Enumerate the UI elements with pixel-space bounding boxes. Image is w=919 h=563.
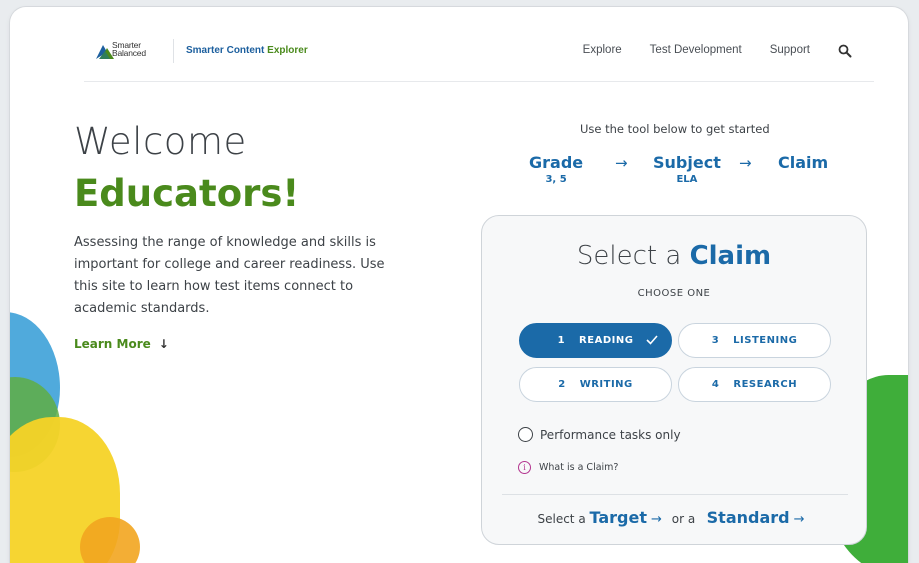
target-link[interactable]: Target: [590, 508, 648, 527]
app-title-part-2: Content: [226, 45, 265, 56]
claim-label: RESEARCH: [733, 379, 798, 390]
app-title-part-1: Smarter: [186, 45, 224, 56]
performance-tasks-label: Performance tasks only: [540, 427, 681, 442]
standard-link[interactable]: Standard: [707, 508, 790, 527]
claim-number: 1: [557, 335, 566, 346]
search-icon[interactable]: [838, 43, 852, 58]
info-icon: i: [518, 461, 531, 474]
step-grade-label: Grade: [529, 153, 584, 172]
card-title-emphasis: Claim: [689, 241, 772, 271]
educators-heading: Educators!: [74, 172, 300, 215]
checkmark-icon: [646, 335, 658, 345]
claim-option-reading[interactable]: 1 READING: [519, 323, 672, 358]
arrow-right-icon: →: [651, 512, 662, 527]
target-standard-row: Select a Target → or a Standard →: [482, 508, 866, 527]
nav-test-development[interactable]: Test Development: [650, 44, 742, 56]
or-a-text: or a: [671, 512, 696, 526]
performance-tasks-radio[interactable]: Performance tasks only: [518, 427, 681, 442]
arrow-right-icon: →: [615, 154, 628, 172]
arrow-right-icon: →: [793, 512, 805, 527]
main-nav: Explore Test Development Support: [555, 43, 874, 58]
claim-number: 2: [558, 379, 566, 390]
step-subject-value: ELA: [676, 174, 698, 185]
step-claim[interactable]: Claim: [778, 153, 828, 172]
app-title-part-3: Explorer: [267, 45, 308, 56]
arrow-down-icon: ↓: [158, 337, 169, 351]
card-subtitle: CHOOSE ONE: [637, 288, 711, 299]
card-title: Select a Claim: [482, 241, 866, 271]
step-grade[interactable]: Grade 3, 5: [529, 153, 583, 185]
select-prefix: Select a: [537, 512, 586, 526]
radio-icon[interactable]: [518, 427, 533, 442]
claim-number: 4: [711, 379, 720, 390]
header-divider: [173, 39, 174, 63]
claim-card: Select a Claim CHOOSE ONE 1 READING 3 LI…: [481, 215, 867, 545]
decorative-orange-blob: [80, 517, 140, 563]
claim-label: WRITING: [579, 379, 633, 390]
what-is-claim-link[interactable]: i What is a Claim?: [518, 461, 618, 474]
claim-number: 3: [711, 335, 720, 346]
step-claim-label: Claim: [778, 153, 829, 172]
app-window: Smarter Balanced Smarter Content Explore…: [10, 7, 908, 563]
step-subject[interactable]: Subject ELA: [653, 153, 721, 185]
arrow-right-icon: →: [739, 154, 752, 172]
step-grade-value: 3, 5: [545, 174, 567, 185]
claim-label: READING: [579, 335, 634, 346]
tool-caption: Use the tool below to get started: [580, 122, 770, 136]
claim-option-listening[interactable]: 3 LISTENING: [678, 323, 831, 358]
welcome-heading: Welcome: [74, 120, 247, 163]
learn-more-label: Learn More: [74, 337, 151, 351]
site-header: Smarter Balanced Smarter Content Explore…: [84, 37, 874, 82]
what-is-claim-label: What is a Claim?: [539, 462, 619, 473]
intro-paragraph: Assessing the range of knowledge and ski…: [74, 235, 385, 316]
card-title-prefix: Select a: [576, 241, 682, 271]
card-divider: [502, 494, 848, 495]
claim-option-research[interactable]: 4 RESEARCH: [678, 367, 831, 402]
step-subject-label: Subject: [653, 153, 721, 172]
logo-line-2: Balanced: [112, 48, 146, 58]
nav-explore[interactable]: Explore: [583, 44, 622, 56]
step-breadcrumb: Grade 3, 5 → Subject ELA → Claim: [529, 153, 829, 193]
nav-support[interactable]: Support: [770, 44, 810, 56]
claim-option-writing[interactable]: 2 WRITING: [519, 367, 672, 402]
claim-label: LISTENING: [733, 335, 798, 346]
app-title[interactable]: Smarter Content Explorer: [186, 45, 308, 56]
learn-more-link[interactable]: Learn More ↓: [74, 337, 169, 351]
